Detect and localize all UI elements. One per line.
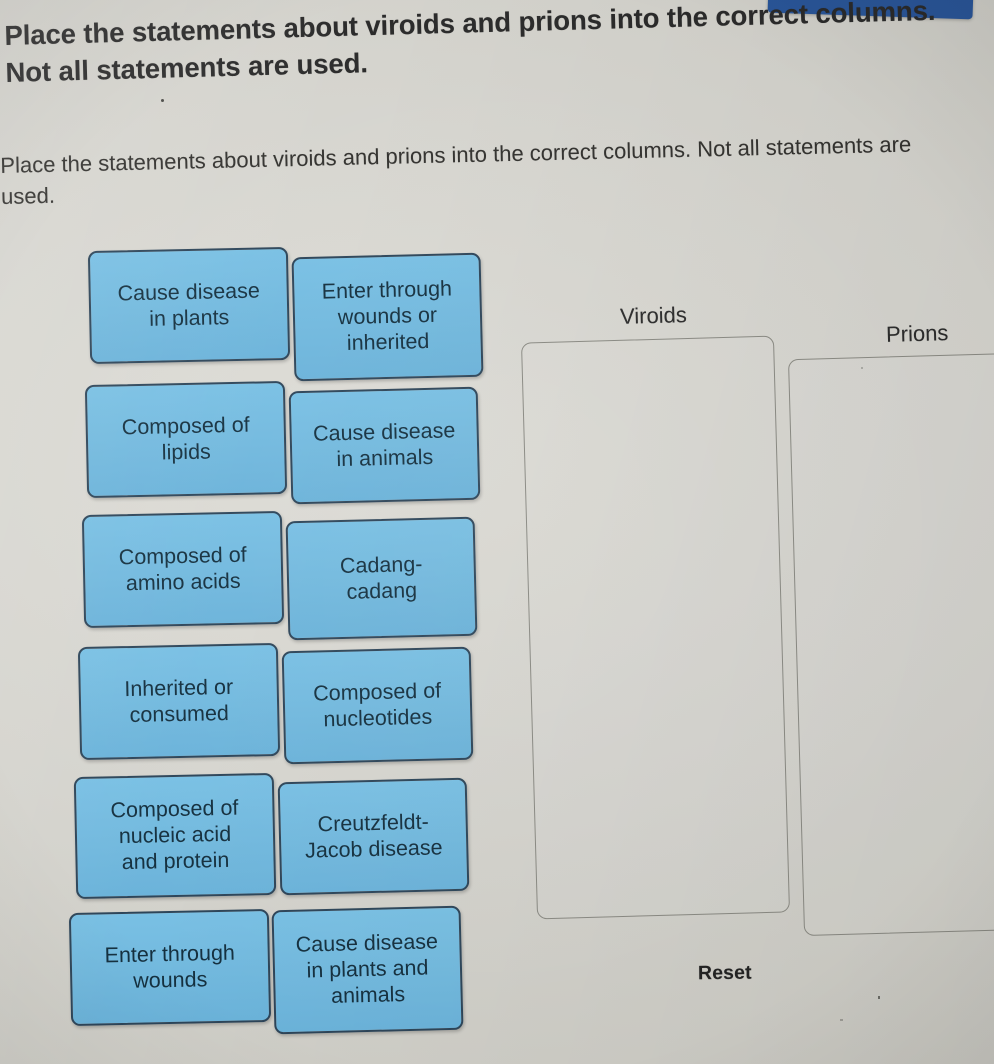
statement-tile-cause-disease-in-plants[interactable]: Cause disease in plants — [87, 246, 291, 365]
statement-tile-enter-through-wounds[interactable]: Enter through wounds — [68, 908, 272, 1027]
instructions-text: Place the statements about viroids and p… — [0, 131, 912, 210]
statement-tile-enter-through-wounds-inherited[interactable]: Enter through wounds or inherited — [291, 252, 484, 382]
statement-tile-label: Cadang-cadang — [339, 551, 423, 604]
statement-tile-label: Inherited or consumed — [124, 674, 234, 727]
statement-tile-composed-of-lipids[interactable]: Composed of lipids — [84, 380, 288, 499]
statement-tile-creutzfeldt-jacob-disease[interactable]: Creutzfeldt- Jacob disease — [277, 777, 470, 896]
dropzone-viroids[interactable] — [520, 335, 791, 920]
dropzone-label-prions: Prions — [885, 320, 949, 347]
statement-tile-cadang-cadang[interactable]: Cadang-cadang — [285, 516, 478, 641]
statement-tile-label: Composed of amino acids — [118, 542, 247, 595]
statement-tile-inherited-or-consumed[interactable]: Inherited or consumed — [77, 642, 281, 761]
dropzone-label-viroids: Viroids — [619, 302, 688, 329]
dust-speck-icon — [161, 99, 164, 102]
statement-tile-label: Cause disease in plants — [117, 278, 261, 331]
statement-tile-composed-of-nucleic-acid-and-protein[interactable]: Composed of nucleic acid and protein — [73, 772, 277, 900]
dust-speck-icon — [840, 1019, 843, 1021]
dropzone-prions[interactable] — [787, 352, 994, 937]
statement-tile-label: Cause disease in plants and animals — [295, 929, 439, 1008]
statement-tile-cause-disease-in-plants-and-animals[interactable]: Cause disease in plants and animals — [271, 905, 464, 1035]
activity-screen: Place the statements about viroids and p… — [0, 0, 994, 1064]
statement-tile-label: Cause disease in animals — [312, 417, 456, 471]
statement-tile-label: Composed of lipids — [121, 412, 250, 465]
statement-tile-cause-disease-in-animals[interactable]: Cause disease in animals — [288, 386, 481, 505]
dust-speck-icon — [878, 996, 880, 999]
statement-tile-label: Composed of nucleic acid and protein — [110, 795, 239, 875]
dust-speck-icon — [861, 367, 863, 369]
statement-tile-label: Creutzfeldt- Jacob disease — [304, 809, 443, 863]
page-title: Place the statements about viroids and p… — [4, 0, 936, 88]
reset-button[interactable]: Reset — [698, 962, 752, 986]
statement-tile-composed-of-nucleotides[interactable]: Composed of nucleotides — [281, 646, 474, 765]
statement-tile-composed-of-amino-acids[interactable]: Composed of amino acids — [81, 510, 285, 629]
statement-tile-label: Enter through wounds or inherited — [321, 276, 453, 355]
statement-tile-label: Enter through wounds — [104, 940, 236, 993]
statement-tile-label: Composed of nucleotides — [312, 678, 442, 731]
